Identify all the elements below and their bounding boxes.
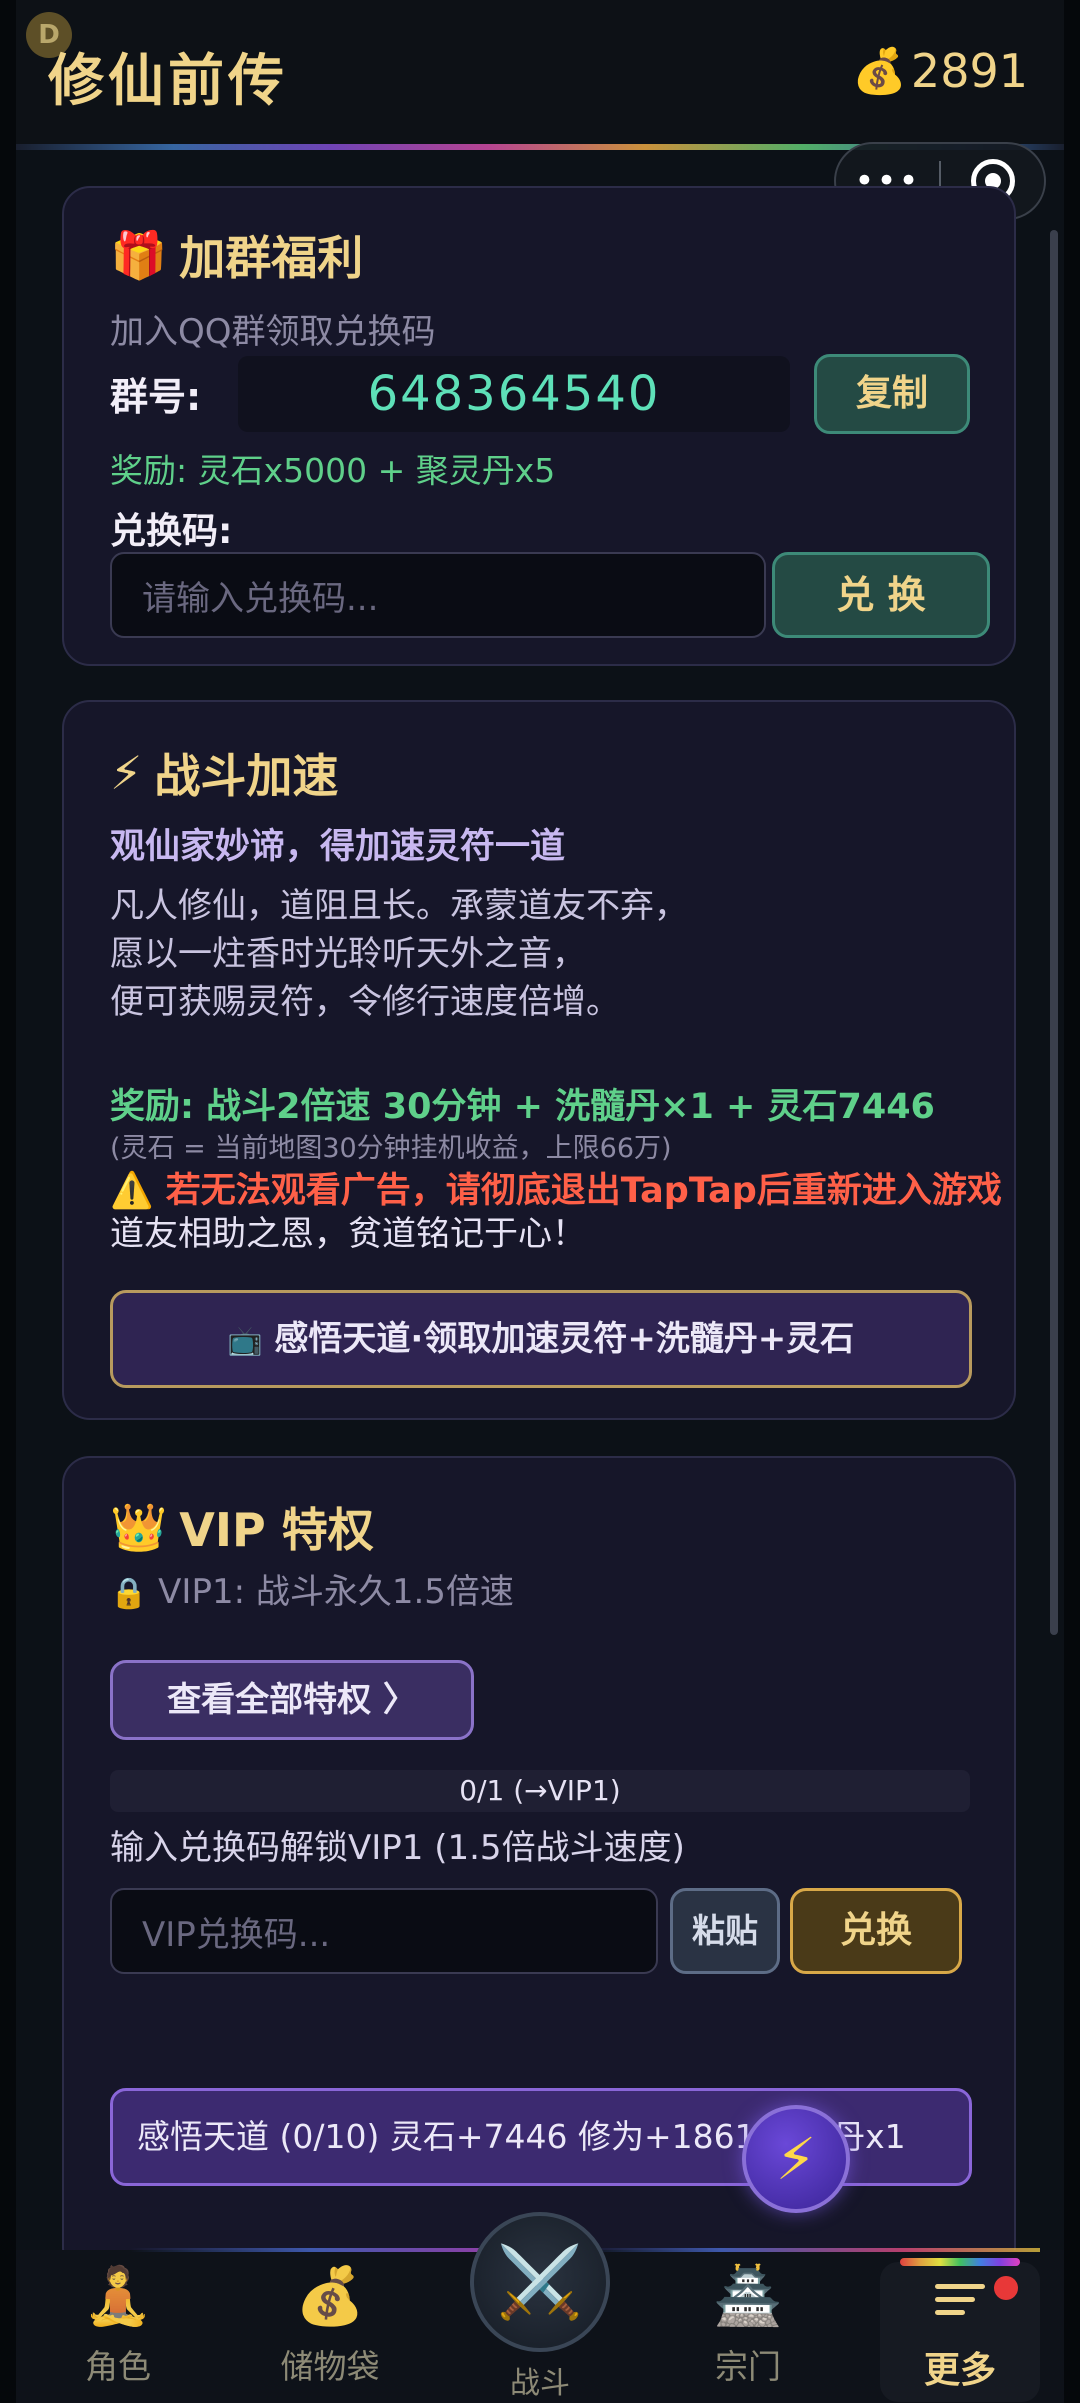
crossed-swords-icon: ⚔️ xyxy=(496,2240,584,2323)
warning-icon: ⚠️ xyxy=(110,1171,154,1211)
speed-desc-line-2: 愿以一炷香时光聆听天外之音， xyxy=(110,934,586,974)
group-welfare-title-text: 加群福利 xyxy=(179,231,364,285)
storage-bag-icon: 💰 xyxy=(295,2264,365,2329)
floating-boost-button[interactable]: ⚡ xyxy=(742,2105,850,2213)
money-bag-icon: 💰 xyxy=(852,46,907,97)
battle-speed-title-text: 战斗加速 xyxy=(154,749,339,803)
scrollbar[interactable] xyxy=(1050,230,1058,1635)
nav-item-sect[interactable]: 🏯 宗门 xyxy=(668,2262,828,2402)
speed-reward-note: (灵石 = 当前地图30分钟挂机收益，上限66万) xyxy=(110,1133,672,1164)
nav-item-storage-bag[interactable]: 💰 储物袋 xyxy=(250,2262,410,2402)
vip-card: 👑 VIP 特权 🔒 VIP1: 战斗永久1.5倍速 查看全部特权 〉 0/1 … xyxy=(62,1456,1016,2276)
redeem-button[interactable]: 兑 换 xyxy=(772,552,990,638)
temple-icon: 🏯 xyxy=(713,2264,783,2329)
nav-item-battle[interactable]: ⚔️ xyxy=(470,2212,610,2352)
tv-icon: 📺 xyxy=(227,1324,263,1357)
view-all-privileges-button[interactable]: 查看全部特权 〉 xyxy=(110,1660,474,1740)
claim-speed-button[interactable]: 📺 感悟天道·领取加速灵符+洗髓丹+灵石 xyxy=(110,1290,972,1388)
vip-code-input[interactable]: VIP兑换码... xyxy=(110,1888,658,1974)
vip-status: 🔒 VIP1: 战斗永久1.5倍速 xyxy=(110,1564,514,1613)
nav-label-character: 角色 xyxy=(85,2347,151,2386)
ad-warning-text: 若无法观看广告，请彻底退出TapTap后重新进入游戏 xyxy=(165,1171,1002,1211)
claim-speed-button-label: 感悟天道·领取加速灵符+洗髓丹+灵石 xyxy=(274,1319,855,1359)
copy-button[interactable]: 复制 xyxy=(814,354,970,434)
coin-counter: 💰 2891 xyxy=(852,44,1028,98)
battle-speed-title: ⚡ 战斗加速 xyxy=(110,740,338,806)
lock-icon: 🔒 xyxy=(110,1576,148,1611)
redeem-code-label: 兑换码: xyxy=(110,511,233,552)
nav-item-character[interactable]: 🧘 角色 xyxy=(38,2262,198,2402)
paste-button[interactable]: 粘贴 xyxy=(670,1888,780,1974)
app-title: 修仙前传 xyxy=(48,49,288,114)
group-reward-text: 奖励: 灵石x5000 + 聚灵丹x5 xyxy=(110,451,556,490)
group-number-value: 648364540 xyxy=(238,356,790,432)
left-edge xyxy=(0,0,16,2403)
vip-title-text: VIP 特权 xyxy=(179,1503,374,1557)
nav-label-sect: 宗门 xyxy=(715,2347,781,2386)
group-welfare-title: 🎁 加群福利 xyxy=(110,222,363,288)
vip-title: 👑 VIP 特权 xyxy=(110,1494,374,1560)
lightning-icon: ⚡ xyxy=(110,746,143,800)
right-edge xyxy=(1064,0,1080,2403)
redeem-code-input[interactable]: 请输入兑换码... xyxy=(110,552,766,638)
meditating-figure-icon: 🧘 xyxy=(83,2264,153,2329)
speed-headline: 观仙家妙谛，得加速灵符一道 xyxy=(110,827,566,867)
app-screen: D 修仙前传 💰 2891 ••• 🎁 加群福利 加入QQ群领取兑换码 群号: … xyxy=(0,0,1080,2403)
lightning-icon: ⚡ xyxy=(775,2125,817,2193)
nav-item-more[interactable]: 更多 xyxy=(880,2258,1040,2402)
menu-icon xyxy=(935,2284,985,2315)
group-number-label: 群号: xyxy=(110,375,202,419)
vip-progress-bar: 0/1 (→VIP1) xyxy=(110,1770,970,1812)
group-welfare-subtitle: 加入QQ群领取兑换码 xyxy=(110,312,436,352)
thanks-text: 道友相助之恩，贫道铭记于心！ xyxy=(110,1214,586,1254)
vip-hint: 输入兑换码解锁VIP1 (1.5倍战斗速度) xyxy=(110,1828,685,1868)
vip-redeem-button[interactable]: 兑换 xyxy=(790,1888,962,1974)
crown-icon: 👑 xyxy=(110,1499,168,1554)
vip-progress-text: 0/1 (→VIP1) xyxy=(459,1774,621,1807)
active-tab-indicator xyxy=(900,2258,1020,2266)
nav-label-battle: 战斗 xyxy=(510,2366,570,2401)
speed-desc-line-3: 便可获赐灵符，令修行速度倍增。 xyxy=(110,982,620,1022)
speed-reward-text: 奖励: 战斗2倍速 30分钟 + 洗髓丹×1 + 灵石7446 xyxy=(110,1087,935,1127)
battle-speed-card: ⚡ 战斗加速 观仙家妙谛，得加速灵符一道 凡人修仙，道阻且长。承蒙道友不弃， 愿… xyxy=(62,700,1016,1420)
gift-icon: 🎁 xyxy=(110,227,168,282)
nav-label-storage-bag: 储物袋 xyxy=(280,2347,380,2386)
notification-dot xyxy=(994,2276,1018,2300)
coin-amount: 2891 xyxy=(910,44,1028,98)
nav-label-more: 更多 xyxy=(923,2350,996,2391)
speed-desc-line-1: 凡人修仙，道阻且长。承蒙道友不弃， xyxy=(110,886,688,926)
vip-status-text: VIP1: 战斗永久1.5倍速 xyxy=(158,1572,514,1612)
group-welfare-card: 🎁 加群福利 加入QQ群领取兑换码 群号: 648364540 复制 奖励: 灵… xyxy=(62,186,1016,666)
